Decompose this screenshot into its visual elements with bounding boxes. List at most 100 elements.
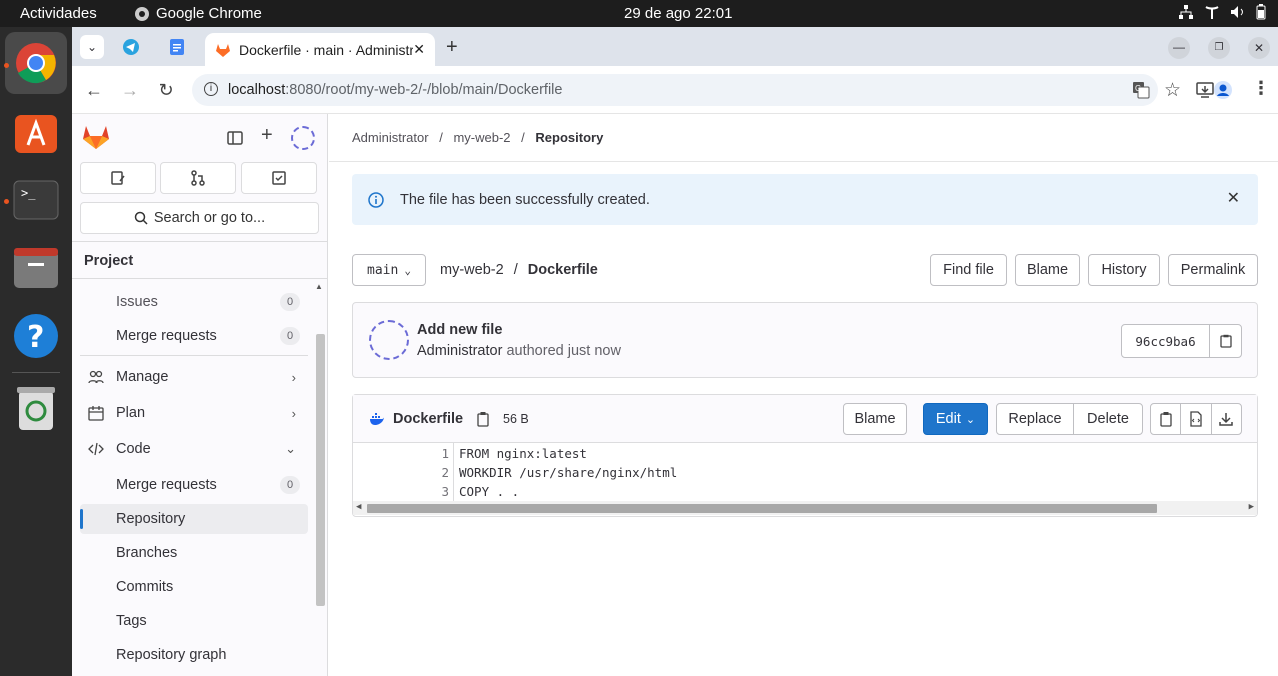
arrow-left-icon: ← xyxy=(85,80,103,100)
find-file-button[interactable]: Find file xyxy=(930,254,1007,286)
sidebar-item-tags[interactable]: Tags xyxy=(80,606,308,636)
dock-terminal[interactable]: >_ xyxy=(11,175,61,225)
omnibox[interactable]: i localhost:8080/root/my-web-2/-/blob/ma… xyxy=(192,74,1214,106)
pinned-tab-docs[interactable] xyxy=(169,38,185,61)
blame-top-button[interactable]: Blame xyxy=(1015,254,1080,286)
scrollbar-thumb[interactable] xyxy=(367,504,1157,513)
sidebar-scrollbar[interactable]: ▲ xyxy=(314,282,326,676)
translate-icon[interactable]: G xyxy=(1132,81,1150,104)
sidebar-item-issues[interactable]: Issues 0 xyxy=(80,287,308,317)
url-host: localhost xyxy=(228,82,286,98)
line-number[interactable]: 2 xyxy=(353,465,449,480)
tab-search-button[interactable]: ⌄ xyxy=(80,35,104,59)
commit-sha[interactable]: 96cc9ba6 xyxy=(1122,325,1210,357)
line-number[interactable]: 3 xyxy=(353,484,449,499)
minimize-button[interactable]: — xyxy=(1168,37,1190,59)
close-window-button[interactable]: ✕ xyxy=(1248,37,1270,59)
blame-button[interactable]: Blame xyxy=(843,403,907,435)
issues-shortcut-button[interactable] xyxy=(80,162,156,194)
edit-label: Edit xyxy=(935,411,961,427)
download-button[interactable] xyxy=(1212,404,1241,434)
sidebar-item-commits[interactable]: Commits xyxy=(80,572,308,602)
delete-button[interactable]: Delete xyxy=(1074,404,1142,434)
user-avatar[interactable] xyxy=(291,126,315,150)
maximize-button[interactable]: ❐ xyxy=(1208,37,1230,59)
app-menu[interactable]: Google Chrome xyxy=(134,5,262,22)
path-project-link[interactable]: my-web-2 xyxy=(440,262,504,278)
scroll-right-icon[interactable]: ▶ xyxy=(1249,502,1254,512)
commit-title[interactable]: Add new file xyxy=(417,322,502,338)
dock-trash[interactable] xyxy=(11,383,61,433)
forward-button[interactable]: → xyxy=(120,80,140,100)
reload-button[interactable]: ↻ xyxy=(156,80,176,100)
chevron-down-icon: ⌄ xyxy=(86,40,98,54)
copy-sha-button[interactable] xyxy=(1210,325,1241,357)
close-tab-icon[interactable]: ✕ xyxy=(413,41,425,58)
breadcrumb: Administrator / my-web-2 / Repository xyxy=(352,130,604,145)
copy-contents-button[interactable] xyxy=(1151,404,1182,434)
edit-dropdown-button[interactable]: Edit ⌄ xyxy=(923,403,988,435)
kebab-menu-icon[interactable]: ⋮ xyxy=(1252,78,1270,99)
todo-shortcut-button[interactable] xyxy=(241,162,317,194)
running-indicator xyxy=(4,63,9,68)
dock-app-center[interactable] xyxy=(11,107,61,157)
info-icon[interactable]: i xyxy=(204,82,218,96)
sidebar-item-code[interactable]: Code ⌄ xyxy=(80,434,308,464)
code-view: 1 FROM nginx:latest 2 WORKDIR /usr/share… xyxy=(353,443,1257,516)
scrollbar-thumb[interactable] xyxy=(316,334,325,606)
dock-help[interactable]: ? xyxy=(11,311,61,361)
dismiss-alert-icon[interactable]: ✕ xyxy=(1227,188,1240,208)
scroll-left-icon[interactable]: ◀ xyxy=(356,502,361,512)
file-header: Dockerfile 56 B Blame Edit ⌄ Replace Del… xyxy=(353,395,1257,443)
tab-active[interactable]: Dockerfile · main · Administrator / my-w… xyxy=(205,33,435,66)
sidebar-toggle-icon[interactable] xyxy=(227,130,243,151)
sidebar-item-repository-graph[interactable]: Repository graph xyxy=(80,640,308,670)
back-button[interactable]: ← xyxy=(84,80,104,100)
breadcrumb-link-project[interactable]: my-web-2 xyxy=(453,130,510,145)
terminal-icon: >_ xyxy=(13,180,59,220)
success-alert: The file has been successfully created. … xyxy=(352,174,1258,225)
history-button[interactable]: History xyxy=(1088,254,1160,286)
install-icon[interactable] xyxy=(1196,81,1214,103)
merge-request-icon xyxy=(191,170,205,186)
sidebar-item-manage[interactable]: Manage › xyxy=(80,362,308,392)
dock-chrome[interactable] xyxy=(5,32,67,94)
line-number-gutter xyxy=(453,443,454,501)
sidebar-item-branches[interactable]: Branches xyxy=(80,538,308,568)
new-tab-button[interactable]: + xyxy=(446,36,458,59)
commit-author-link[interactable]: Administrator xyxy=(417,343,502,359)
scroll-up-icon[interactable]: ▲ xyxy=(315,282,323,291)
sidebar-item-label: Merge requests xyxy=(116,328,217,344)
sidebar-item-repository[interactable]: Repository xyxy=(80,504,308,534)
raw-file-icon xyxy=(1190,411,1202,427)
open-raw-button[interactable] xyxy=(1181,404,1212,434)
permalink-button[interactable]: Permalink xyxy=(1168,254,1258,286)
pinned-tab-telegram[interactable] xyxy=(122,38,140,61)
merge-requests-shortcut-button[interactable] xyxy=(160,162,236,194)
gitlab-logo[interactable] xyxy=(82,124,110,155)
sidebar-item-plan[interactable]: Plan › xyxy=(80,398,308,428)
line-number[interactable]: 1 xyxy=(353,446,449,461)
create-new-icon[interactable]: + xyxy=(261,124,273,147)
file-tools-group xyxy=(1150,403,1242,435)
gitlab-favicon-icon xyxy=(216,43,230,57)
profile-avatar[interactable] xyxy=(1213,80,1233,105)
bookmark-star-icon[interactable]: ☆ xyxy=(1164,79,1181,102)
replace-button[interactable]: Replace xyxy=(997,404,1074,434)
breadcrumb-link-administrator[interactable]: Administrator xyxy=(352,130,429,145)
file-name[interactable]: Dockerfile xyxy=(393,411,463,427)
activities-button[interactable]: Actividades xyxy=(20,5,97,22)
copy-icon xyxy=(477,412,489,427)
sidebar-item-merge-requests[interactable]: Merge requests 0 xyxy=(80,321,308,351)
copy-path-button[interactable] xyxy=(476,411,490,432)
system-tray[interactable] xyxy=(1178,4,1266,20)
dock-separator xyxy=(12,372,60,373)
sidebar-item-code-merge-requests[interactable]: Merge requests 0 xyxy=(80,470,308,500)
breadcrumb-current[interactable]: Repository xyxy=(535,130,603,145)
commit-author-avatar[interactable] xyxy=(369,320,409,360)
dock-files[interactable] xyxy=(11,243,61,293)
branch-selector[interactable]: main ⌄ xyxy=(352,254,426,286)
clock[interactable]: 29 de ago 22:01 xyxy=(624,5,732,22)
code-horizontal-scrollbar[interactable]: ◀ ▶ xyxy=(353,501,1257,515)
search-button[interactable]: Search or go to... xyxy=(80,202,319,234)
